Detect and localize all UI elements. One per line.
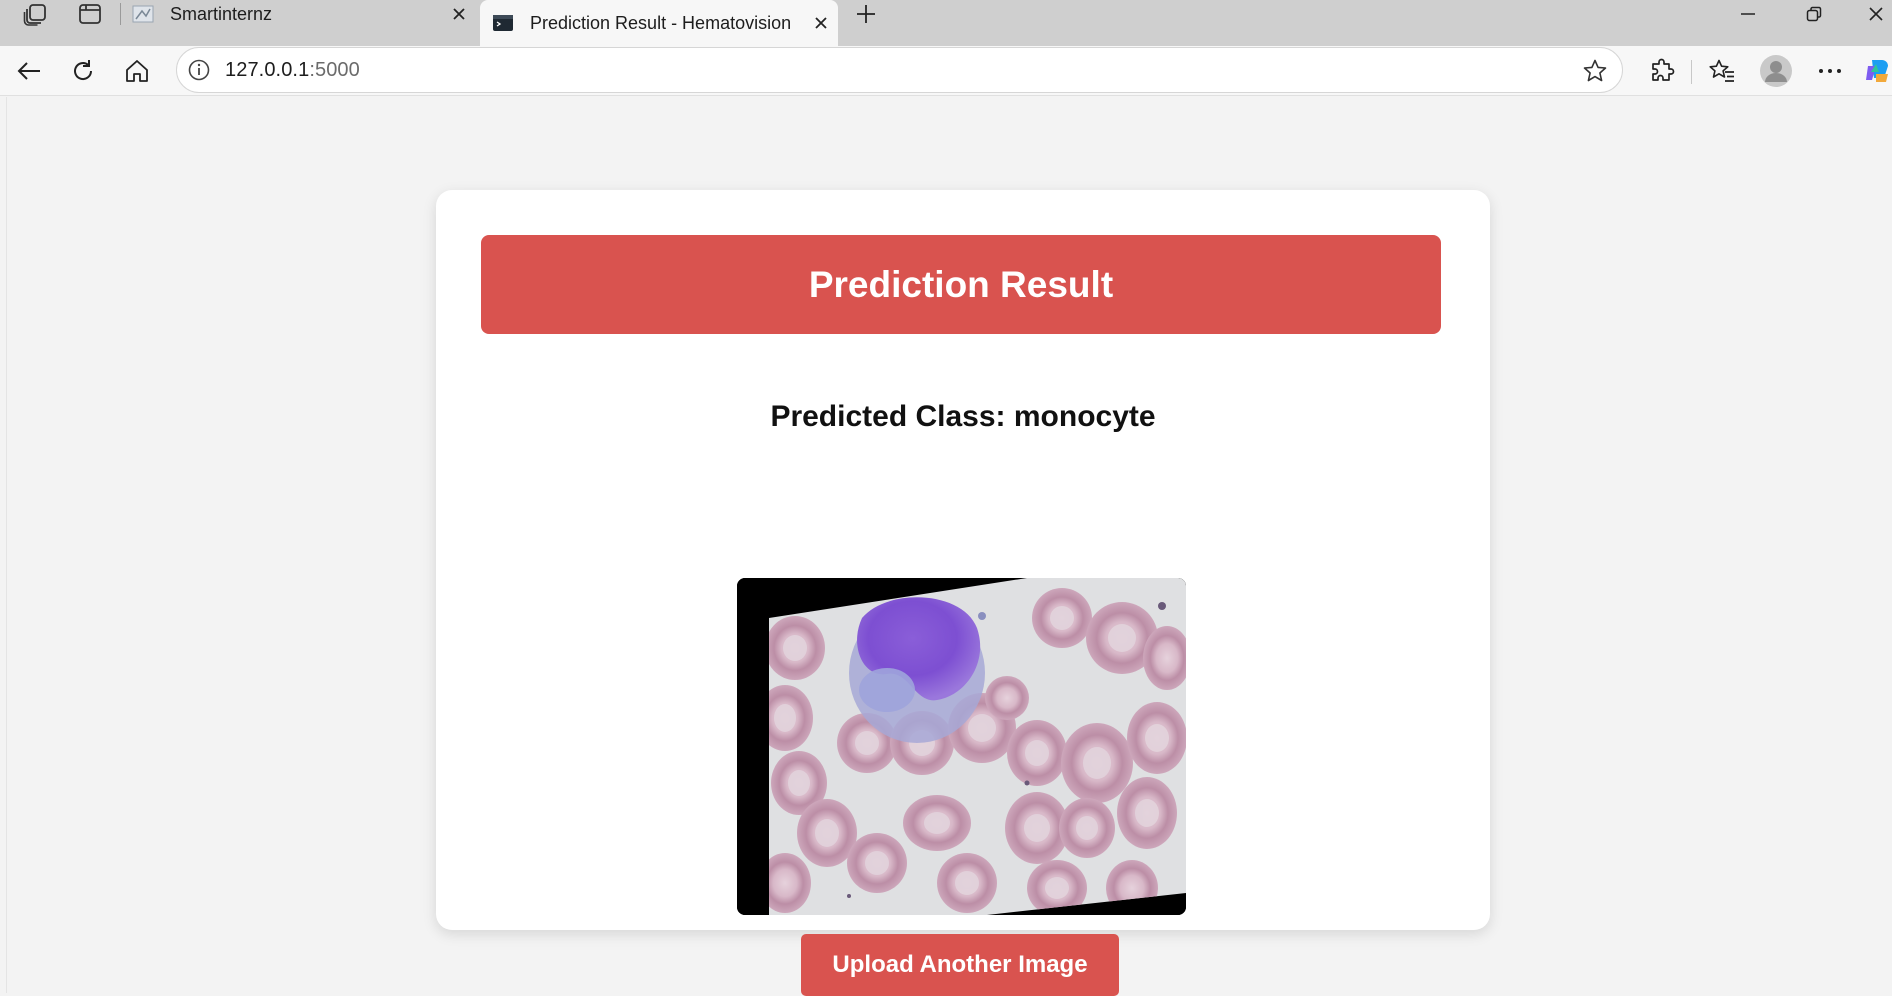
close-window-icon[interactable] xyxy=(1848,0,1892,28)
tab-prediction-result[interactable]: Prediction Result - Hematovision xyxy=(480,0,838,46)
terminal-favicon xyxy=(493,15,513,31)
predicted-class-text: Predicted Class: monocyte xyxy=(770,400,1156,433)
tab-strip: Smartinternz Prediction Result - Hematov… xyxy=(0,0,1892,46)
page-title: Prediction Result xyxy=(808,263,1114,305)
result-card: Prediction Result Predicted Class: monoc… xyxy=(436,190,1490,996)
tab-title: Smartinternz xyxy=(170,3,273,24)
tab-separator xyxy=(120,3,121,25)
blood-smear-image xyxy=(737,578,1186,915)
close-tab-icon[interactable] xyxy=(442,0,476,28)
minimize-icon[interactable] xyxy=(1720,0,1776,28)
upload-another-image-button[interactable]: Upload Another Image xyxy=(801,934,1119,996)
profile-avatar-icon[interactable] xyxy=(1757,52,1795,90)
workspaces-icon[interactable] xyxy=(14,0,58,28)
site-info-icon[interactable] xyxy=(187,58,211,82)
page-favicon xyxy=(132,5,154,23)
tab-title: Prediction Result - Hematovision xyxy=(530,12,792,33)
tab-smartinternz[interactable]: Smartinternz xyxy=(124,0,476,28)
more-options-icon[interactable] xyxy=(1811,52,1849,90)
close-tab-icon[interactable] xyxy=(804,9,838,37)
home-icon[interactable] xyxy=(118,52,156,90)
navigation-bar: 127.0.0.1:5000 xyxy=(0,46,1892,96)
restore-icon[interactable] xyxy=(1786,0,1842,28)
url-text[interactable]: 127.0.0.1:5000 xyxy=(225,59,360,82)
refresh-icon[interactable] xyxy=(64,52,102,90)
copilot-icon[interactable] xyxy=(1862,52,1892,90)
new-tab-icon[interactable] xyxy=(846,0,886,28)
tab-actions-icon[interactable] xyxy=(68,0,112,28)
back-icon[interactable] xyxy=(10,52,48,90)
favorite-star-icon[interactable] xyxy=(1582,58,1608,84)
extensions-icon[interactable] xyxy=(1643,52,1681,90)
url-port: :5000 xyxy=(309,58,360,81)
page-viewport: Prediction Result Predicted Class: monoc… xyxy=(6,97,1892,996)
toolbar-separator xyxy=(1691,60,1692,84)
url-host: 127.0.0.1 xyxy=(225,58,310,81)
address-bar[interactable]: 127.0.0.1:5000 xyxy=(176,47,1623,93)
favorites-icon[interactable] xyxy=(1703,52,1741,90)
page-title-banner: Prediction Result xyxy=(481,235,1441,334)
